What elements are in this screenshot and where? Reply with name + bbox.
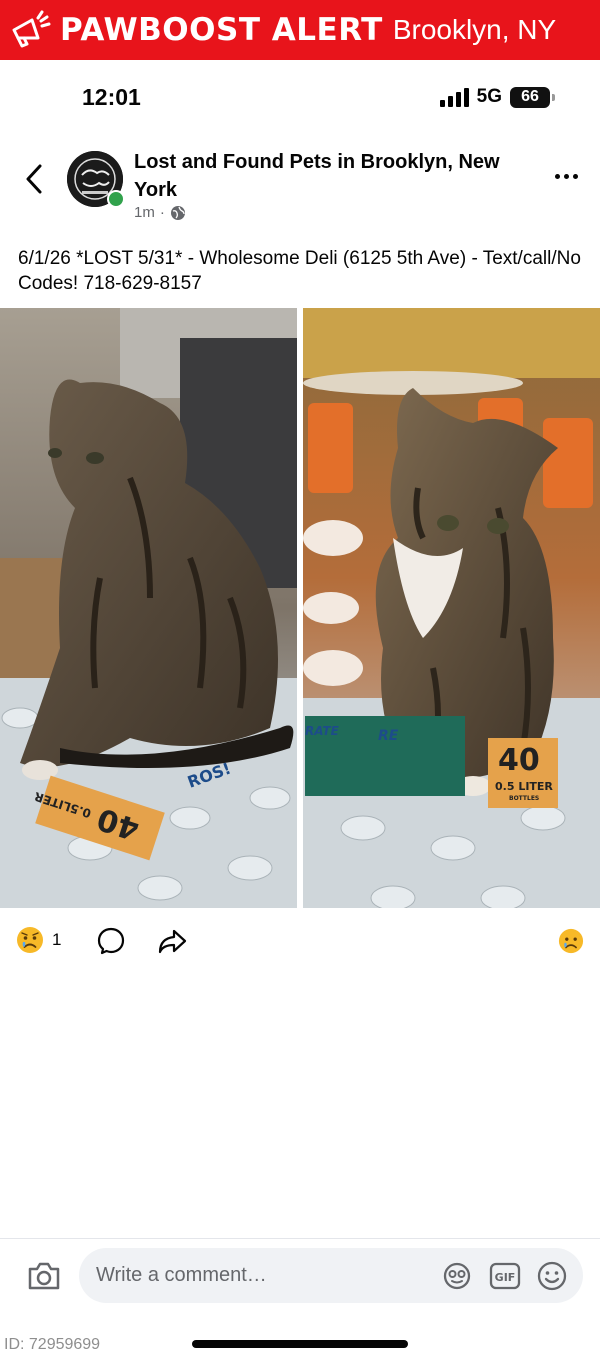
kitten-photo-right: RATE RE 40 0.5 LITER BOTTLES xyxy=(303,308,600,908)
status-bar: 12:01 5G 66 xyxy=(0,84,600,116)
sad-reaction-summary-icon[interactable] xyxy=(558,928,584,954)
comment-placeholder: Write a comment… xyxy=(96,1264,267,1286)
photo-right-bottle: 0.5 LITER xyxy=(495,780,553,793)
composer-divider xyxy=(0,1238,600,1239)
group-name[interactable]: Lost and Found Pets in Brooklyn, New Yor… xyxy=(134,148,534,204)
comment-input[interactable]: Write a comment… GIF xyxy=(79,1248,583,1303)
post-actions: 1 xyxy=(0,920,600,960)
photo-right-sub: RE xyxy=(378,728,399,744)
avatar-sticker-icon[interactable] xyxy=(441,1260,473,1292)
comment-icon[interactable] xyxy=(96,926,126,956)
camera-icon[interactable] xyxy=(26,1258,62,1294)
post-text: 6/1/26 *LOST 5/31* - Wholesome Deli (612… xyxy=(18,248,581,294)
status-indicators: 5G 66 xyxy=(439,86,555,108)
sad-reaction-icon[interactable] xyxy=(16,926,44,954)
kitten-photo-left: 40 0.5LITER ROS! xyxy=(0,308,297,908)
battery-level: 66 xyxy=(521,88,539,105)
banner-title: PAWBOOST ALERT xyxy=(60,12,383,48)
photo-right-brand: RATE xyxy=(305,724,340,738)
photo-left[interactable]: 40 0.5LITER ROS! xyxy=(0,308,297,908)
photo-right-bottles: BOTTLES xyxy=(509,795,539,802)
signal-icon xyxy=(439,87,469,107)
back-chevron-icon[interactable] xyxy=(20,162,50,196)
reaction-count[interactable]: 1 xyxy=(52,930,61,950)
more-options-icon[interactable] xyxy=(555,174,578,179)
globe-icon xyxy=(170,205,185,220)
emoji-icon[interactable] xyxy=(536,1260,568,1292)
status-time: 12:01 xyxy=(82,84,141,110)
gif-icon[interactable]: GIF xyxy=(489,1260,521,1292)
meta-separator: · xyxy=(159,204,165,221)
photo-right[interactable]: RATE RE 40 0.5 LITER BOTTLES xyxy=(303,308,600,908)
battery-icon: 66 xyxy=(510,86,555,108)
post-timestamp[interactable]: 1m xyxy=(134,204,155,221)
online-indicator xyxy=(107,190,125,208)
banner-location: Brooklyn, NY xyxy=(392,14,557,45)
home-indicator[interactable] xyxy=(192,1340,408,1348)
listing-id: ID: 72959699 xyxy=(4,1336,101,1353)
alert-banner: PAWBOOST ALERT Brooklyn, NY xyxy=(0,0,600,60)
post-photos: 40 0.5LITER ROS! RATE RE 40 0.5 LITER BO… xyxy=(0,308,600,908)
post-meta: 1m · xyxy=(134,204,186,221)
megaphone-icon xyxy=(12,10,51,48)
post-header: Lost and Found Pets in Brooklyn, New Yor… xyxy=(0,148,600,228)
share-icon[interactable] xyxy=(157,926,187,956)
photo-right-bottle-num: 40 xyxy=(498,743,540,778)
network-type: 5G xyxy=(476,86,502,107)
svg-text:GIF: GIF xyxy=(495,1271,516,1284)
